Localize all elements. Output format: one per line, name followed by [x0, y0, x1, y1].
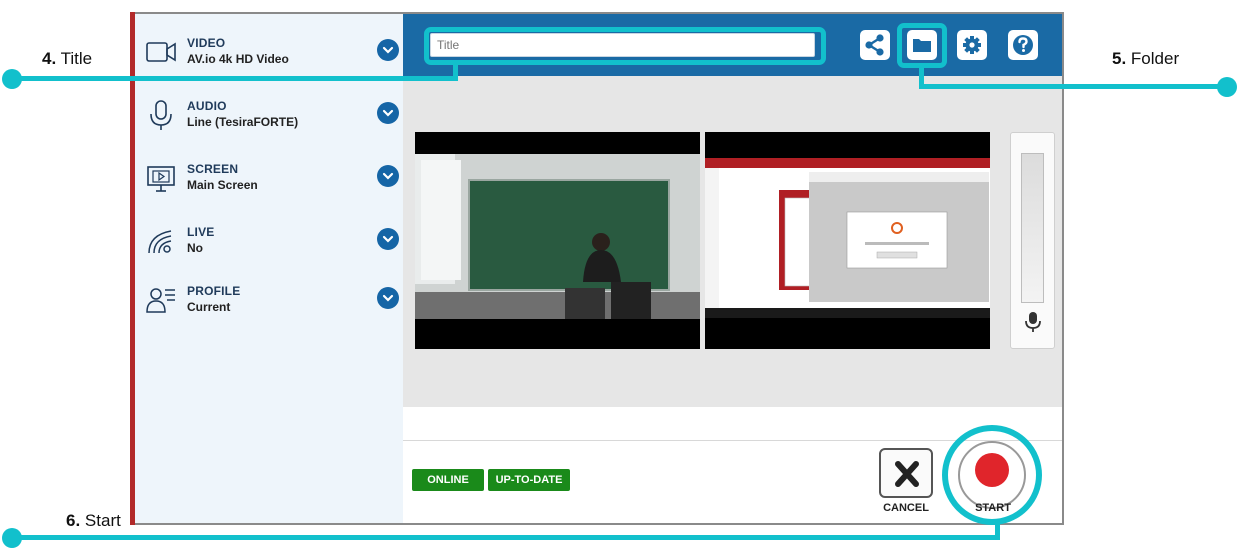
callout-number: 4.	[42, 49, 57, 68]
chevron-down-icon[interactable]	[377, 102, 399, 124]
chevron-down-icon[interactable]	[377, 287, 399, 309]
screen-preview	[705, 132, 990, 349]
callout-label: Title	[60, 49, 93, 68]
callout-dot	[2, 528, 22, 548]
sidebar-item-value: Current	[187, 300, 231, 314]
settings-sidebar: VIDEO AV.io 4k HD Video AUDIO Line (Tesi…	[135, 14, 403, 523]
sidebar-item-value: Line (TesiraFORTE)	[187, 115, 299, 129]
sidebar-item-video[interactable]: VIDEO AV.io 4k HD Video	[135, 30, 403, 90]
start-label: START	[975, 502, 1011, 514]
sidebar-item-profile[interactable]: PROFILE Current	[135, 278, 403, 338]
callout-line	[453, 62, 458, 81]
cancel-button[interactable]	[879, 448, 933, 498]
status-badge-online: ONLINE	[412, 469, 484, 491]
help-icon	[1008, 35, 1038, 64]
screen-icon	[145, 162, 177, 194]
callout-title: 4. Title	[42, 49, 92, 69]
desktop-image	[705, 132, 990, 349]
sidebar-item-audio[interactable]: AUDIO Line (TesiraFORTE)	[135, 93, 403, 153]
status-badge-uptodate: UP-TO-DATE	[488, 469, 570, 491]
chevron-down-icon[interactable]	[377, 39, 399, 61]
sidebar-item-label: SCREEN	[187, 162, 239, 176]
classroom-image	[415, 132, 700, 349]
video-camera-icon	[145, 36, 177, 68]
audio-level-meter	[1010, 132, 1055, 349]
camera-preview	[415, 132, 700, 349]
chevron-down-icon[interactable]	[377, 228, 399, 250]
cancel-label: CANCEL	[883, 502, 929, 514]
chevron-down-icon[interactable]	[377, 165, 399, 187]
settings-gear-icon	[957, 36, 987, 64]
microphone-icon	[145, 99, 177, 131]
settings-button[interactable]	[957, 30, 987, 60]
callout-number: 5.	[1112, 49, 1127, 68]
sidebar-item-label: LIVE	[187, 225, 215, 239]
callout-line	[12, 76, 458, 81]
close-icon	[892, 457, 922, 496]
callout-folder: 5. Folder	[1112, 49, 1179, 69]
live-broadcast-icon	[145, 225, 177, 257]
callout-label: Start	[84, 511, 121, 530]
sidebar-item-label: AUDIO	[187, 99, 227, 113]
callout-line	[919, 84, 1231, 89]
callout-line	[12, 535, 1000, 540]
callout-label: Folder	[1130, 49, 1180, 68]
audio-level-bar	[1021, 153, 1044, 303]
title-highlight	[424, 27, 826, 65]
sidebar-item-screen[interactable]: SCREEN Main Screen	[135, 156, 403, 216]
record-icon	[975, 453, 1009, 487]
sidebar-item-label: PROFILE	[187, 284, 241, 298]
start-button[interactable]	[958, 441, 1026, 509]
callout-dot	[2, 69, 22, 89]
callout-dot	[1217, 77, 1237, 97]
sidebar-item-value: No	[187, 241, 203, 255]
callout-number: 6.	[66, 511, 81, 530]
sidebar-item-value: AV.io 4k HD Video	[187, 52, 289, 66]
help-button[interactable]	[1008, 30, 1038, 60]
folder-highlight	[897, 23, 947, 68]
share-icon	[860, 34, 890, 64]
sidebar-item-label: VIDEO	[187, 36, 226, 50]
microphone-icon	[1023, 311, 1043, 338]
callout-line	[995, 522, 1000, 540]
profile-icon	[145, 284, 177, 316]
callout-start: 6. Start	[66, 511, 121, 531]
sidebar-item-value: Main Screen	[187, 178, 258, 192]
share-button[interactable]	[860, 30, 890, 60]
sidebar-item-live[interactable]: LIVE No	[135, 219, 403, 279]
